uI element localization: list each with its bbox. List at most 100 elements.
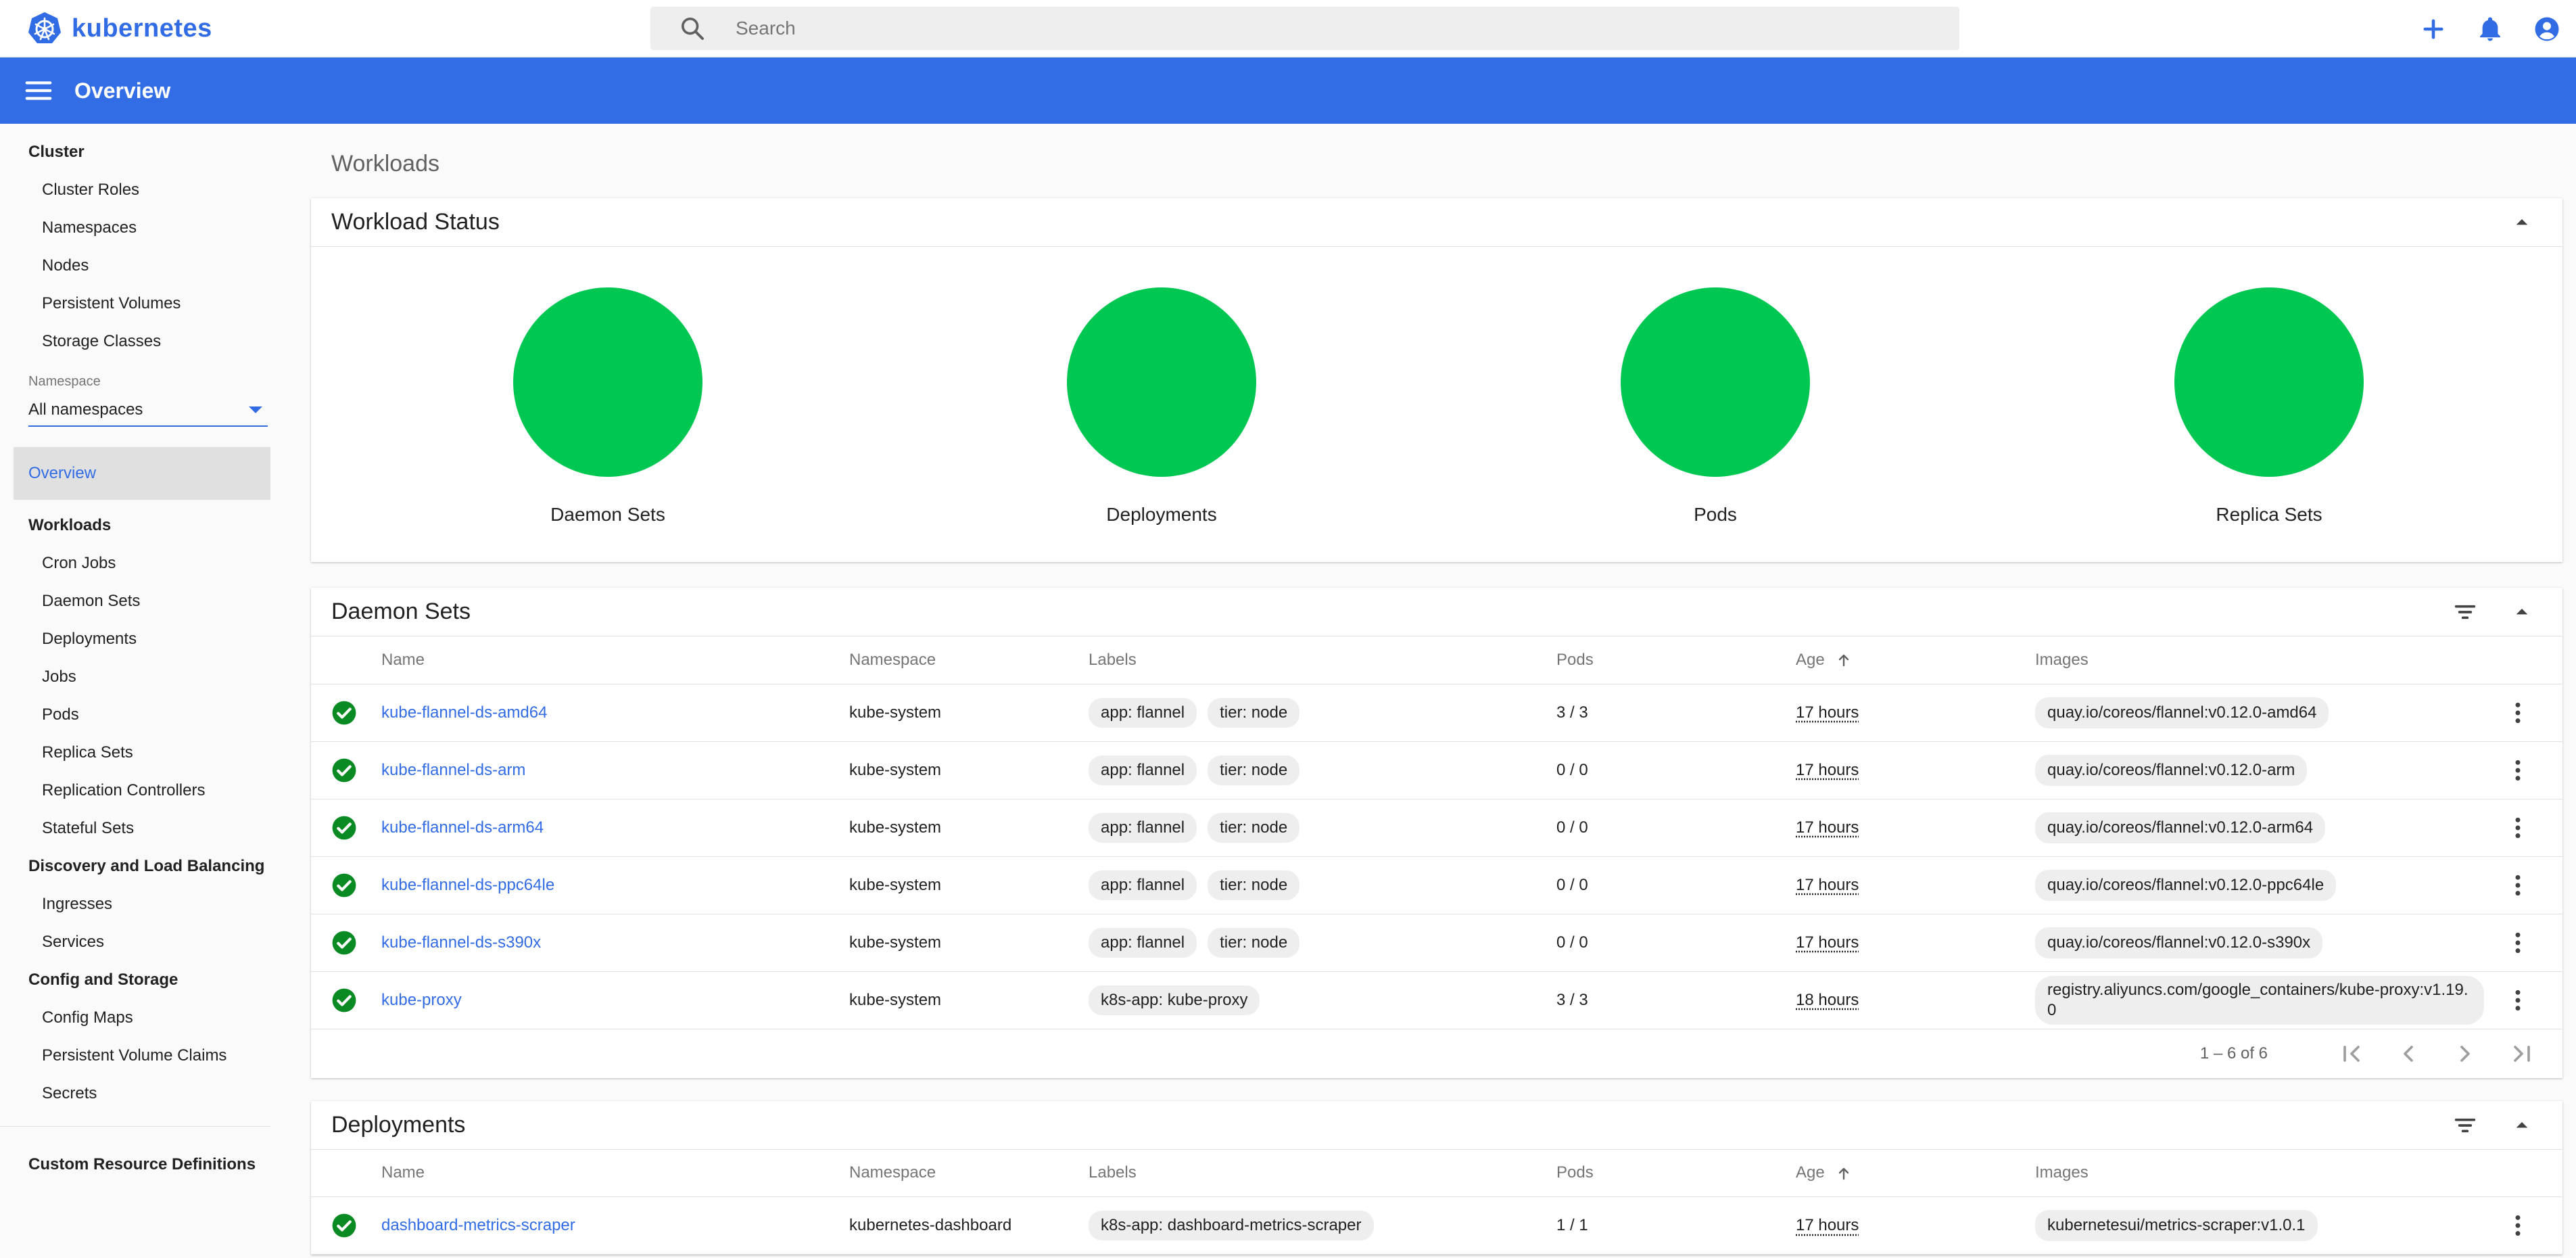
- sidebar-item-ingresses[interactable]: Ingresses: [0, 885, 270, 923]
- resource-link[interactable]: kube-flannel-ds-arm64: [381, 818, 544, 837]
- label-chip: k8s-app: kube-proxy: [1089, 985, 1260, 1015]
- status-column-header: [311, 636, 381, 684]
- account-icon[interactable]: [2533, 15, 2561, 43]
- status-replica-sets[interactable]: Replica Sets: [2134, 287, 2404, 526]
- column-header-namespace: Namespace: [849, 1149, 1089, 1197]
- pods-cell: 0 / 0: [1556, 799, 1796, 857]
- table-row: kube-flannel-ds-arm64 kube-system app: f…: [311, 799, 2562, 857]
- column-header-name[interactable]: Name: [381, 636, 849, 684]
- image-chip: quay.io/coreos/flannel:v0.12.0-arm: [2035, 754, 2308, 786]
- namespace-select[interactable]: All namespaces: [28, 394, 268, 427]
- sidebar-section-config[interactable]: Config and Storage: [0, 961, 270, 999]
- column-header-name[interactable]: Name: [381, 1149, 849, 1197]
- first-page-icon[interactable]: [2338, 1040, 2365, 1067]
- status-label: Pods: [1694, 504, 1737, 525]
- sidebar-item-deployments[interactable]: Deployments: [0, 620, 270, 658]
- sidebar-item-persistent-volumes[interactable]: Persistent Volumes: [0, 285, 270, 323]
- images-cell: quay.io/coreos/flannel:v0.12.0-ppc64le: [2035, 856, 2495, 914]
- search-input[interactable]: [736, 11, 1817, 45]
- actions-cell: [2495, 971, 2562, 1029]
- sidebar-section-cluster[interactable]: Cluster: [0, 133, 270, 171]
- filter-icon[interactable]: [2452, 599, 2479, 626]
- sidebar-item-overview[interactable]: Overview: [14, 447, 270, 500]
- age-value[interactable]: 17 hours: [1796, 818, 1859, 837]
- notifications-icon[interactable]: [2476, 15, 2504, 43]
- sidebar-item-cluster-roles[interactable]: Cluster Roles: [0, 171, 270, 209]
- age-value[interactable]: 18 hours: [1796, 991, 1859, 1009]
- column-header-age[interactable]: Age: [1796, 1149, 2035, 1197]
- sort-ascending-icon[interactable]: [1836, 1165, 1852, 1182]
- column-header-age[interactable]: Age: [1796, 636, 2035, 684]
- status-daemon-sets[interactable]: Daemon Sets: [473, 287, 743, 526]
- add-icon[interactable]: [2419, 15, 2448, 43]
- sidebar-item-jobs[interactable]: Jobs: [0, 658, 270, 696]
- sidebar-section-discovery[interactable]: Discovery and Load Balancing: [0, 847, 270, 885]
- more-vert-icon[interactable]: [2504, 1212, 2531, 1239]
- sidebar-item-replica-sets[interactable]: Replica Sets: [0, 734, 270, 772]
- resource-link[interactable]: kube-flannel-ds-arm: [381, 761, 525, 779]
- age-cell: 17 hours: [1796, 741, 2035, 799]
- next-page-icon[interactable]: [2452, 1040, 2479, 1067]
- more-vert-icon[interactable]: [2504, 872, 2531, 899]
- sidebar-item-config-maps[interactable]: Config Maps: [0, 999, 270, 1037]
- column-header-age-label: Age: [1796, 1163, 1825, 1182]
- age-value[interactable]: 17 hours: [1796, 933, 1859, 952]
- resource-link[interactable]: dashboard-metrics-scraper: [381, 1216, 575, 1234]
- collapse-icon[interactable]: [2508, 1112, 2535, 1139]
- age-value[interactable]: 17 hours: [1796, 703, 1859, 722]
- age-value[interactable]: 17 hours: [1796, 876, 1859, 894]
- status-cell: [311, 971, 381, 1029]
- more-vert-icon[interactable]: [2504, 987, 2531, 1014]
- check-circle-icon: [332, 873, 356, 897]
- label-chip: app: flannel: [1089, 927, 1197, 958]
- image-chip: registry.aliyuncs.com/google_containers/…: [2035, 975, 2484, 1025]
- sidebar-item-pods[interactable]: Pods: [0, 696, 270, 734]
- pods-cell: 3 / 3: [1556, 684, 1796, 742]
- sidebar-item-namespaces[interactable]: Namespaces: [0, 209, 270, 247]
- collapse-icon[interactable]: [2508, 599, 2535, 626]
- sidebar-item-stateful-sets[interactable]: Stateful Sets: [0, 810, 270, 847]
- actions-cell: [2495, 856, 2562, 914]
- filter-icon[interactable]: [2452, 1112, 2479, 1139]
- collapse-icon[interactable]: [2508, 209, 2535, 236]
- sidebar-item-daemon-sets[interactable]: Daemon Sets: [0, 582, 270, 620]
- menu-icon[interactable]: [23, 75, 54, 106]
- age-value[interactable]: 17 hours: [1796, 1216, 1859, 1234]
- more-vert-icon[interactable]: [2504, 757, 2531, 784]
- sidebar-item-storage-classes[interactable]: Storage Classes: [0, 323, 270, 360]
- previous-page-icon[interactable]: [2395, 1040, 2422, 1067]
- pods-cell: 0 / 0: [1556, 741, 1796, 799]
- sort-ascending-icon[interactable]: [1836, 652, 1852, 668]
- table-row: kube-flannel-ds-s390x kube-system app: f…: [311, 914, 2562, 972]
- check-circle-icon: [332, 1213, 356, 1238]
- sidebar-item-services[interactable]: Services: [0, 923, 270, 961]
- images-cell: quay.io/coreos/flannel:v0.12.0-s390x: [2035, 914, 2495, 972]
- resource-link[interactable]: kube-flannel-ds-amd64: [381, 703, 547, 722]
- deployments-card: Deployments Name Namespace Labels Pods A…: [311, 1100, 2562, 1255]
- sidebar-item-secrets[interactable]: Secrets: [0, 1075, 270, 1113]
- resource-link[interactable]: kube-flannel-ds-s390x: [381, 933, 541, 952]
- app-bar: Overview: [0, 57, 2576, 124]
- more-vert-icon[interactable]: [2504, 929, 2531, 956]
- status-cell: [311, 741, 381, 799]
- age-value[interactable]: 17 hours: [1796, 761, 1859, 779]
- sidebar-section-workloads[interactable]: Workloads: [0, 507, 270, 544]
- check-circle-icon: [332, 758, 356, 782]
- sidebar-item-nodes[interactable]: Nodes: [0, 247, 270, 285]
- resource-link[interactable]: kube-proxy: [381, 991, 462, 1009]
- resource-link[interactable]: kube-flannel-ds-ppc64le: [381, 876, 554, 894]
- sidebar-item-persistent-volume-claims[interactable]: Persistent Volume Claims: [0, 1037, 270, 1075]
- search-bar[interactable]: [650, 7, 1959, 50]
- status-deployments[interactable]: Deployments: [1026, 287, 1297, 526]
- daemon-sets-rows: kube-flannel-ds-amd64 kube-system app: f…: [311, 684, 2562, 1029]
- status-pods[interactable]: Pods: [1580, 287, 1851, 526]
- sidebar-item-crd[interactable]: Custom Resource Definitions: [0, 1146, 270, 1184]
- age-cell: 17 hours: [1796, 856, 2035, 914]
- kubernetes-logo[interactable]: kubernetes: [27, 11, 212, 46]
- age-cell: 17 hours: [1796, 684, 2035, 742]
- sidebar-item-cron-jobs[interactable]: Cron Jobs: [0, 544, 270, 582]
- more-vert-icon[interactable]: [2504, 814, 2531, 841]
- sidebar-item-replication-controllers[interactable]: Replication Controllers: [0, 772, 270, 810]
- more-vert-icon[interactable]: [2504, 699, 2531, 726]
- last-page-icon[interactable]: [2508, 1040, 2535, 1067]
